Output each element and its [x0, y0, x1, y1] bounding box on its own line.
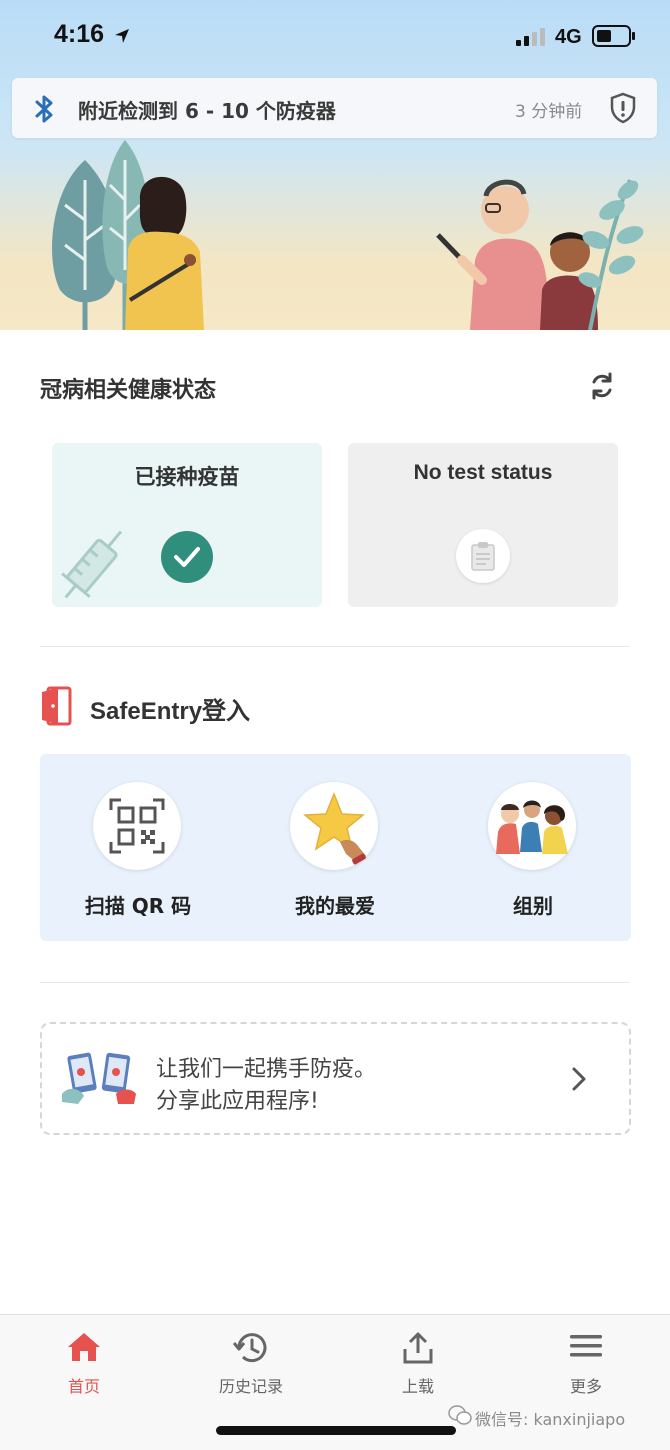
shield-icon[interactable]	[610, 92, 636, 124]
safeentry-door-icon	[42, 686, 72, 726]
bluetooth-message: 附近检测到 6 - 10 个防疫器	[78, 99, 336, 123]
share-line-2: 分享此应用程序!	[156, 1089, 319, 1114]
scan-qr-label: 扫描 QR 码	[84, 894, 192, 918]
safeentry-brand: SafeEntry	[90, 698, 203, 725]
cellular-signal-icon	[516, 28, 545, 46]
test-card-title: No test status	[413, 461, 553, 484]
section-divider	[40, 646, 630, 647]
clipboard-icon	[456, 529, 510, 583]
status-time: 4:16	[54, 20, 105, 48]
safeentry-title: SafeEntry登入	[90, 691, 250, 726]
tab-home[interactable]: 首页	[24, 1315, 144, 1415]
network-type: 4G	[555, 26, 582, 48]
favourites-label: 我的最爱	[295, 894, 375, 918]
tab-history[interactable]: 历史记录	[191, 1315, 311, 1415]
tab-more[interactable]: 更多	[526, 1315, 646, 1415]
health-status-title: 冠病相关健康状态	[40, 378, 217, 403]
hero-banner: 4:16 4G 附近检测到 6 - 10 个防疫器 3 分钟前	[0, 0, 670, 330]
location-arrow-icon	[115, 29, 129, 43]
refresh-icon[interactable]	[586, 370, 618, 402]
chevron-right-icon	[572, 1067, 586, 1091]
groups-button[interactable]: 组别	[453, 782, 613, 932]
share-line-1: 让我们一起携手防疫。	[156, 1057, 377, 1082]
battery-icon	[592, 25, 635, 47]
upload-icon	[403, 1332, 433, 1364]
tab-upload-label: 上载	[401, 1377, 434, 1396]
home-icon	[68, 1333, 100, 1361]
group-icon	[488, 782, 576, 870]
wechat-icon	[448, 1405, 472, 1425]
history-icon	[233, 1333, 267, 1363]
share-phones-icon	[62, 1052, 136, 1104]
groups-label: 组别	[513, 894, 553, 918]
bluetooth-icon	[35, 95, 53, 123]
watermark-text: 微信号: kanxinjiapo	[475, 1410, 626, 1429]
tab-home-label: 首页	[67, 1377, 100, 1396]
bluetooth-timestamp: 3 分钟前	[515, 102, 583, 122]
safeentry-suffix: 登入	[202, 697, 251, 725]
section-divider	[40, 982, 630, 983]
vaccination-status-card[interactable]: 已接种疫苗	[52, 443, 322, 607]
favourites-button[interactable]: 我的最爱	[255, 782, 415, 932]
share-app-card[interactable]: 让我们一起携手防疫。 分享此应用程序!	[40, 1022, 631, 1135]
qr-code-icon	[93, 782, 181, 870]
status-bar: 4:16 4G	[0, 0, 670, 72]
tab-more-label: 更多	[569, 1377, 602, 1396]
scan-qr-button[interactable]: 扫描 QR 码	[58, 782, 218, 932]
syringe-icon	[61, 530, 123, 599]
test-status-card[interactable]: No test status	[348, 443, 618, 607]
community-illustration	[52, 140, 644, 330]
vaccinated-check-icon	[161, 531, 213, 583]
vaccination-card-title: 已接种疫苗	[134, 465, 240, 489]
bluetooth-status-banner[interactable]: 附近检测到 6 - 10 个防疫器 3 分钟前	[12, 78, 657, 138]
star-icon	[290, 782, 378, 870]
menu-icon	[570, 1335, 602, 1357]
safeentry-actions-panel: 扫描 QR 码 我的最爱 组别	[40, 754, 631, 941]
tab-upload[interactable]: 上载	[358, 1315, 478, 1415]
tab-history-label: 历史记录	[218, 1377, 283, 1396]
home-indicator[interactable]	[216, 1426, 456, 1435]
